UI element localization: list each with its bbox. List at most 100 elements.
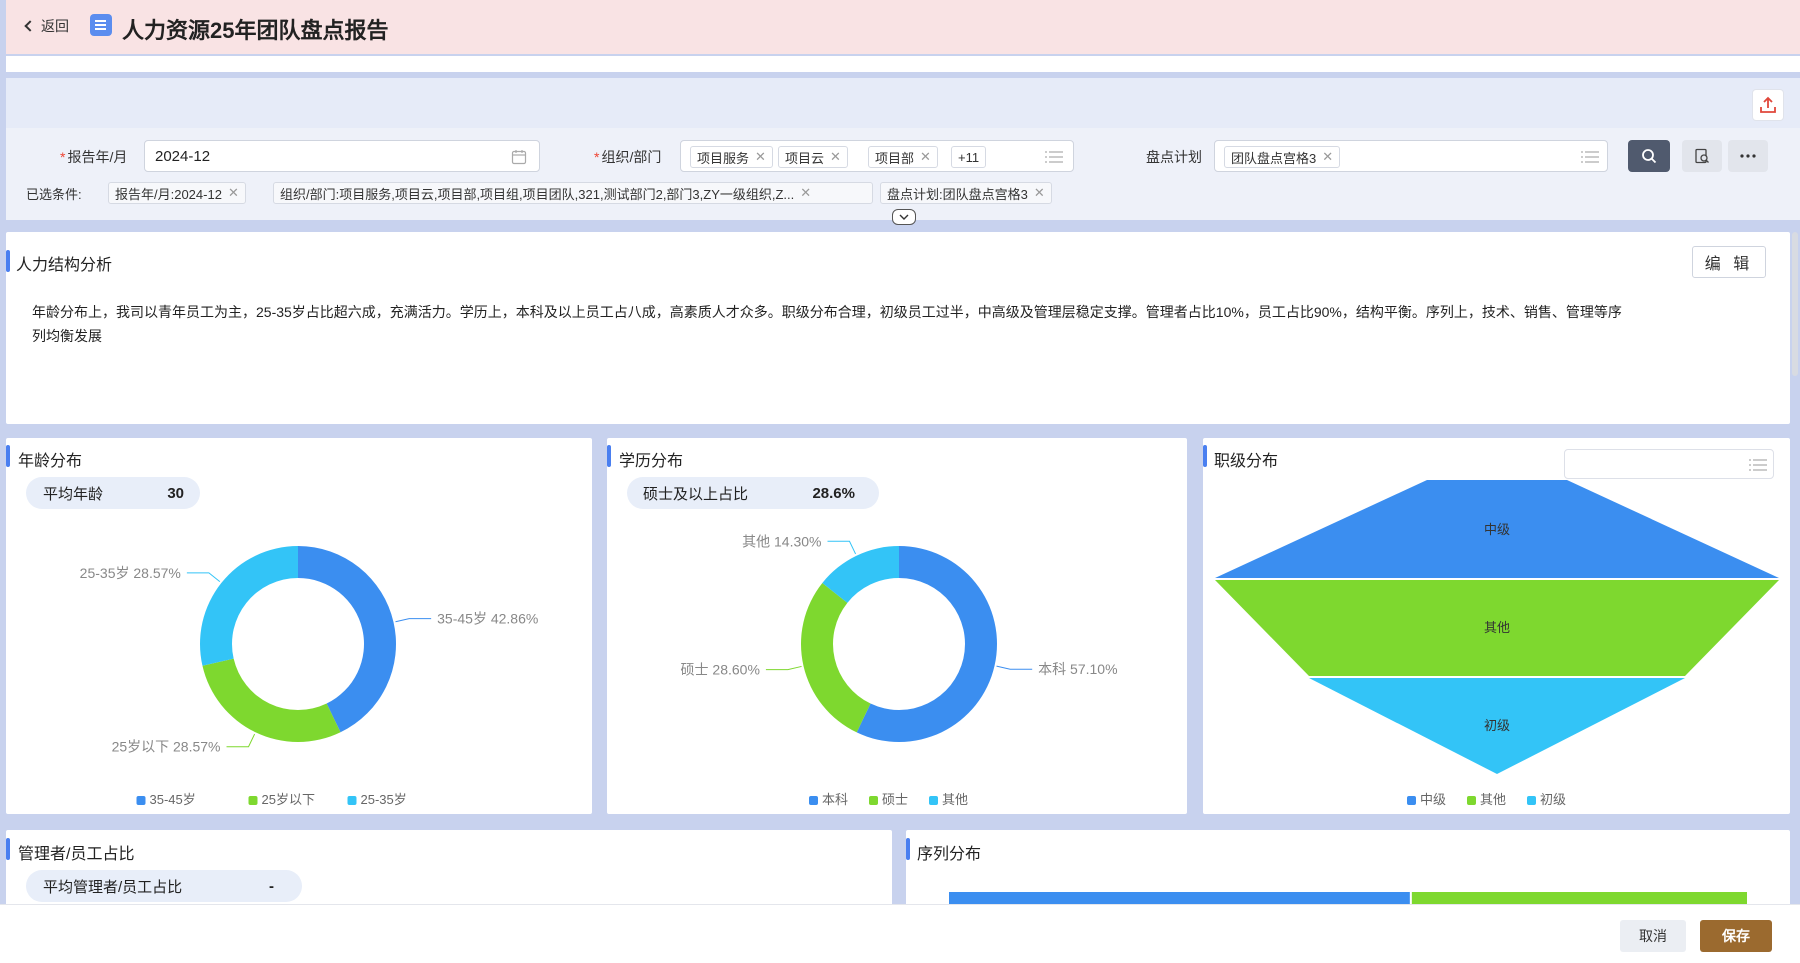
label-line — [186, 572, 221, 583]
cancel-button[interactable]: 取消 — [1620, 920, 1686, 952]
org-tag[interactable]: 项目部 ✕ — [868, 146, 938, 168]
legend-swatch — [809, 796, 818, 805]
legend-swatch — [869, 796, 878, 805]
org-tag[interactable]: 项目云 ✕ — [778, 146, 848, 168]
more-button[interactable] — [1728, 140, 1768, 172]
report-month-value: 2024-12 — [155, 148, 211, 165]
legend-swatch — [136, 796, 146, 805]
saved-search-button[interactable] — [1682, 140, 1722, 172]
org-tag[interactable]: 项目服务 ✕ — [690, 146, 773, 168]
close-icon[interactable]: ✕ — [800, 185, 811, 201]
edit-button[interactable]: 编 辑 — [1692, 246, 1766, 278]
funnel-label: 其他 — [1484, 620, 1510, 635]
analysis-text: 年龄分布上，我司以青年员工为主，25-35岁占比超六成，充满活力。学历上，本科及… — [32, 304, 1622, 344]
legend-label[interactable]: 硕士 — [882, 792, 908, 807]
close-icon[interactable]: ✕ — [755, 149, 766, 165]
search-button[interactable] — [1628, 140, 1670, 172]
legend-swatch — [1527, 796, 1536, 805]
report-month-label: * 报告年/月 — [60, 149, 128, 165]
label-line — [827, 540, 857, 555]
legend-swatch — [929, 796, 938, 805]
slice-label: 35-45岁 42.86% — [437, 611, 538, 627]
close-icon[interactable]: ✕ — [228, 185, 239, 201]
calendar-icon — [511, 150, 527, 165]
page-title: 人力资源25年团队盘点报告 — [122, 18, 389, 43]
selected-condition-tag[interactable]: 报告年/月:2024-12 ✕ — [108, 182, 246, 204]
list-icon[interactable] — [1045, 150, 1063, 164]
slice-label: 硕士 28.60% — [681, 662, 760, 678]
label-line — [765, 665, 802, 671]
more-icon — [1740, 154, 1756, 158]
selected-conditions-label: 已选条件: — [26, 187, 82, 202]
donut-slice[interactable] — [801, 582, 871, 733]
level-title: 职级分布 — [1214, 453, 1279, 470]
org-select[interactable]: 项目服务 ✕ 项目云 ✕ 项目部 ✕ +11 — [680, 140, 1074, 172]
close-icon[interactable]: ✕ — [830, 149, 841, 165]
plan-tag[interactable]: 团队盘点宫格3 ✕ — [1224, 146, 1341, 168]
list-icon[interactable] — [1581, 150, 1599, 164]
slice-label: 25岁以下 28.57% — [112, 739, 221, 755]
close-icon[interactable]: ✕ — [1034, 185, 1045, 201]
donut-slice[interactable] — [200, 546, 298, 666]
legend-label[interactable]: 中级 — [1420, 792, 1446, 807]
footer-bar — [0, 904, 1800, 963]
close-icon[interactable]: ✕ — [1322, 149, 1333, 165]
upload-icon — [1760, 96, 1776, 113]
legend-label[interactable]: 25岁以下 — [262, 792, 315, 807]
age-donut-chart: 35-45岁 42.86% 25岁以下 28.57% 25-35岁 28.57% 35… — [80, 546, 538, 807]
back-label: 返回 — [41, 18, 69, 34]
legend-swatch — [347, 796, 357, 805]
chevron-down-icon — [899, 214, 909, 220]
header-divider — [6, 56, 1800, 72]
section-accent — [607, 445, 611, 467]
document-icon — [90, 14, 112, 36]
plan-label: 盘点计划 — [1146, 149, 1202, 165]
label-line — [226, 733, 256, 748]
donut-slice[interactable] — [202, 658, 341, 742]
selected-condition-tag[interactable]: 组织/部门:项目服务,项目云,项目部,项目组,项目团队,321,测试部门2,部门… — [273, 182, 873, 204]
master-ratio-stat: 硕士及以上占比 28.6% — [627, 477, 879, 509]
label-line — [996, 665, 1033, 670]
back-button[interactable]: 返回 — [24, 16, 69, 36]
save-button[interactable]: 保存 — [1700, 920, 1772, 952]
export-button[interactable] — [1752, 89, 1784, 121]
expand-toggle[interactable] — [892, 209, 916, 225]
education-donut-chart: 本科 57.10% 硕士 28.60% 其他 14.30% 本科 硕士 其他 — [681, 533, 1118, 807]
funnel-label: 初级 — [1484, 718, 1510, 733]
slice-label: 其他 14.30% — [742, 533, 821, 549]
legend-label[interactable]: 其他 — [1480, 792, 1506, 807]
legend-label[interactable]: 初级 — [1540, 792, 1566, 807]
legend-label[interactable]: 35-45岁 — [150, 792, 196, 807]
sequence-bar-segment[interactable] — [1411, 892, 1747, 904]
analysis-title: 人力结构分析 — [16, 257, 113, 274]
search-icon — [1642, 149, 1657, 164]
report-month-input[interactable]: 2024-12 — [144, 140, 540, 172]
plan-select[interactable]: 团队盘点宫格3 ✕ — [1214, 140, 1608, 172]
legend-swatch — [1467, 796, 1476, 805]
scrollbar[interactable] — [1792, 232, 1798, 376]
level-funnel-chart: 中级其他初级中级 其他 初级 — [1215, 480, 1779, 807]
section-accent — [6, 838, 10, 860]
section-accent — [906, 838, 910, 860]
org-label: * 组织/部门 — [594, 149, 662, 165]
legend-label[interactable]: 其他 — [942, 792, 968, 807]
section-accent — [6, 445, 10, 467]
sequence-bar-segment[interactable] — [949, 892, 1410, 904]
sequence-title: 序列分布 — [917, 846, 982, 863]
selected-condition-tag[interactable]: 盘点计划:团队盘点宫格3 ✕ — [880, 182, 1052, 204]
avg-age-stat: 平均年龄 30 — [26, 477, 200, 509]
org-more-tag[interactable]: +11 — [951, 146, 987, 168]
funnel-label: 中级 — [1484, 522, 1510, 537]
slice-label: 本科 57.10% — [1038, 661, 1117, 677]
donut-slice[interactable] — [298, 546, 397, 733]
manager-ratio-stat: 平均管理者/员工占比 - — [26, 870, 302, 902]
legend-label[interactable]: 本科 — [822, 792, 848, 807]
close-icon[interactable]: ✕ — [920, 149, 931, 165]
manager-ratio-title: 管理者/员工占比 — [18, 846, 135, 863]
label-line — [395, 618, 432, 623]
search-file-icon — [1695, 148, 1709, 164]
education-title: 学历分布 — [619, 453, 684, 470]
legend-label[interactable]: 25-35岁 — [361, 792, 407, 807]
section-accent — [6, 250, 10, 272]
section-accent — [1203, 445, 1207, 467]
